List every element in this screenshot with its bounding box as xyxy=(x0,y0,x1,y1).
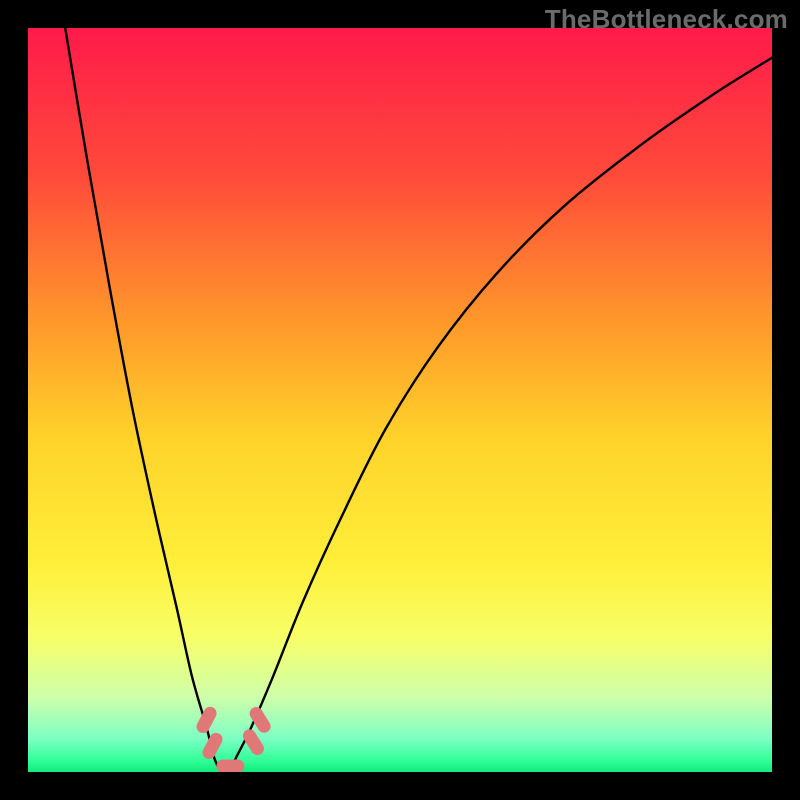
bottom-marker xyxy=(216,760,244,772)
plot-area xyxy=(28,28,772,772)
gradient-background xyxy=(28,28,772,772)
chart-frame: TheBottleneck.com xyxy=(0,0,800,800)
chart-svg xyxy=(28,28,772,772)
